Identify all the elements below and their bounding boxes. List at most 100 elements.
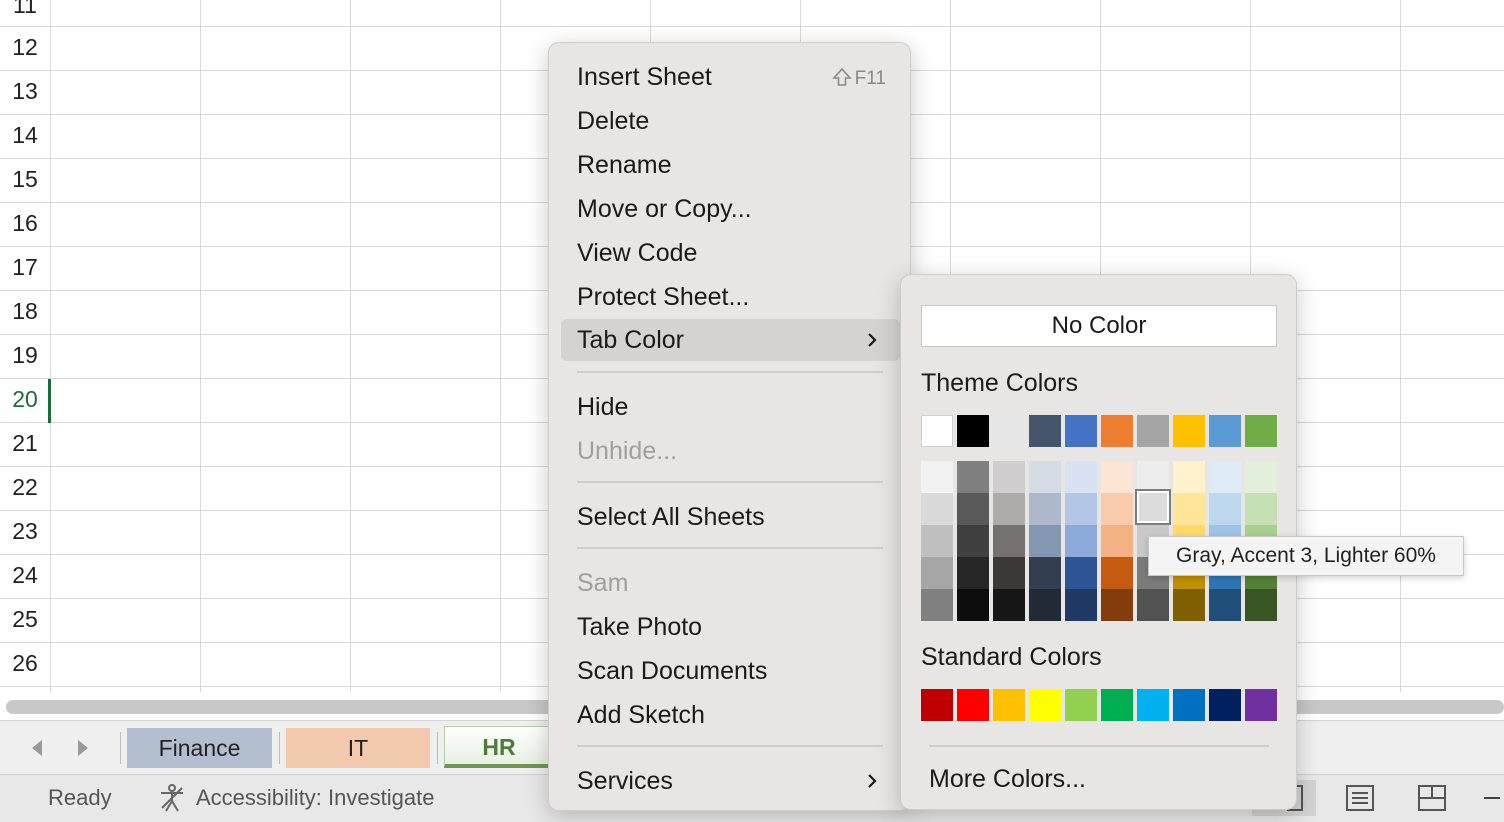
sheet-tab-it[interactable]: IT xyxy=(286,728,430,768)
standard-color-swatch[interactable] xyxy=(993,689,1025,721)
theme-shade-swatch[interactable] xyxy=(921,525,953,557)
theme-shade-swatch[interactable] xyxy=(1029,525,1061,557)
standard-color-swatch[interactable] xyxy=(1245,689,1277,721)
row-header[interactable]: 19 xyxy=(0,342,50,369)
theme-shade-swatch[interactable] xyxy=(993,557,1025,589)
row-header[interactable]: 13 xyxy=(0,78,50,105)
theme-color-swatch[interactable] xyxy=(1173,415,1205,447)
row-header[interactable]: 21 xyxy=(0,430,50,457)
menu-item-view-code[interactable]: View Code xyxy=(561,233,900,273)
theme-shade-swatch[interactable] xyxy=(921,461,953,493)
standard-color-swatch[interactable] xyxy=(957,689,989,721)
theme-shade-swatch[interactable] xyxy=(921,557,953,589)
menu-item-add-sketch[interactable]: Add Sketch xyxy=(561,695,900,735)
theme-shade-swatch[interactable] xyxy=(921,493,953,525)
theme-shade-swatch[interactable] xyxy=(957,493,989,525)
row-header[interactable]: 25 xyxy=(0,606,50,633)
theme-shade-swatch[interactable] xyxy=(1065,589,1097,621)
theme-shade-swatch[interactable] xyxy=(1029,589,1061,621)
theme-shade-swatch[interactable] xyxy=(1029,461,1061,493)
menu-item-protect-sheet[interactable]: Protect Sheet... xyxy=(561,277,900,317)
accessibility-icon[interactable] xyxy=(156,782,188,814)
theme-shade-swatch[interactable] xyxy=(1101,525,1133,557)
theme-shade-swatch[interactable] xyxy=(1101,461,1133,493)
row-header[interactable]: 14 xyxy=(0,122,50,149)
menu-item-insert-sheet[interactable]: Insert Sheet F11 xyxy=(561,57,900,97)
theme-shade-swatch[interactable] xyxy=(1065,525,1097,557)
standard-color-swatch[interactable] xyxy=(1137,689,1169,721)
theme-shade-swatch[interactable] xyxy=(1173,493,1205,525)
row-header[interactable]: 23 xyxy=(0,518,50,545)
menu-item-select-all-sheets[interactable]: Select All Sheets xyxy=(561,497,900,537)
theme-shade-swatch[interactable] xyxy=(921,589,953,621)
theme-shade-swatch[interactable] xyxy=(1209,493,1241,525)
row-header[interactable]: 24 xyxy=(0,562,50,589)
theme-shade-swatch[interactable] xyxy=(1065,557,1097,589)
menu-item-scan-documents[interactable]: Scan Documents xyxy=(561,651,900,691)
theme-color-swatch[interactable] xyxy=(1137,415,1169,447)
menu-item-take-photo[interactable]: Take Photo xyxy=(561,607,900,647)
theme-shade-swatch[interactable] xyxy=(993,525,1025,557)
standard-color-swatch[interactable] xyxy=(1065,689,1097,721)
row-header[interactable]: 16 xyxy=(0,210,50,237)
theme-shade-swatch[interactable] xyxy=(1137,461,1169,493)
theme-shade-swatch[interactable] xyxy=(1101,493,1133,525)
menu-item-delete[interactable]: Delete xyxy=(561,101,900,141)
theme-shade-swatch[interactable] xyxy=(1245,589,1277,621)
accessibility-status-text[interactable]: Accessibility: Investigate xyxy=(196,785,434,811)
sheet-tab-finance[interactable]: Finance xyxy=(127,728,272,768)
theme-shade-swatch[interactable] xyxy=(1065,461,1097,493)
scroll-tabs-right-icon[interactable] xyxy=(74,738,92,758)
theme-shade-swatch[interactable] xyxy=(1173,589,1205,621)
standard-color-swatch[interactable] xyxy=(1101,689,1133,721)
standard-color-swatch[interactable] xyxy=(1209,689,1241,721)
theme-shade-swatch[interactable] xyxy=(1065,493,1097,525)
theme-shade-swatch[interactable] xyxy=(1137,589,1169,621)
more-colors-menu-item[interactable]: More Colors... xyxy=(913,759,1283,799)
theme-color-swatch[interactable] xyxy=(1101,415,1133,447)
page-break-view-button[interactable] xyxy=(1412,780,1452,816)
row-header[interactable]: 22 xyxy=(0,474,50,501)
theme-color-swatch[interactable] xyxy=(921,415,953,447)
theme-shade-swatch[interactable] xyxy=(993,461,1025,493)
theme-shade-swatch[interactable] xyxy=(1029,557,1061,589)
theme-shade-swatch[interactable] xyxy=(1101,557,1133,589)
theme-shade-swatch[interactable] xyxy=(993,493,1025,525)
standard-color-swatch[interactable] xyxy=(1029,689,1061,721)
theme-color-swatch[interactable] xyxy=(993,415,1025,447)
theme-shade-swatch[interactable] xyxy=(1209,461,1241,493)
row-header[interactable]: 17 xyxy=(0,254,50,281)
standard-color-swatch[interactable] xyxy=(1173,689,1205,721)
theme-color-swatch[interactable] xyxy=(1245,415,1277,447)
row-header[interactable]: 26 xyxy=(0,650,50,677)
theme-color-swatch[interactable] xyxy=(1029,415,1061,447)
row-header[interactable]: 12 xyxy=(0,34,50,61)
standard-color-swatch[interactable] xyxy=(921,689,953,721)
no-color-button[interactable]: No Color xyxy=(921,305,1277,347)
sheet-tab-hr[interactable]: HR xyxy=(444,726,554,768)
row-header[interactable]: 15 xyxy=(0,166,50,193)
theme-shade-swatch[interactable] xyxy=(957,525,989,557)
row-header[interactable]: 11 xyxy=(0,0,50,19)
row-header-active[interactable]: 20 xyxy=(0,386,50,413)
theme-shade-swatch[interactable] xyxy=(957,589,989,621)
theme-shade-swatch[interactable] xyxy=(1245,461,1277,493)
theme-shade-swatch[interactable] xyxy=(1173,461,1205,493)
menu-item-services[interactable]: Services xyxy=(561,761,900,801)
selected-swatch[interactable] xyxy=(1135,489,1171,525)
theme-color-swatch[interactable] xyxy=(1209,415,1241,447)
menu-item-hide[interactable]: Hide xyxy=(561,387,900,427)
theme-shade-swatch[interactable] xyxy=(1209,589,1241,621)
theme-shade-swatch[interactable] xyxy=(1029,493,1061,525)
menu-item-move-or-copy[interactable]: Move or Copy... xyxy=(561,189,900,229)
theme-shade-swatch[interactable] xyxy=(957,461,989,493)
theme-shade-swatch[interactable] xyxy=(957,557,989,589)
theme-color-swatch[interactable] xyxy=(957,415,989,447)
menu-item-tab-color[interactable]: Tab Color xyxy=(561,319,900,361)
row-header[interactable]: 18 xyxy=(0,298,50,325)
page-layout-view-button[interactable] xyxy=(1340,780,1380,816)
theme-shade-swatch[interactable] xyxy=(1101,589,1133,621)
theme-shade-swatch[interactable] xyxy=(993,589,1025,621)
theme-color-swatch[interactable] xyxy=(1065,415,1097,447)
menu-item-rename[interactable]: Rename xyxy=(561,145,900,185)
